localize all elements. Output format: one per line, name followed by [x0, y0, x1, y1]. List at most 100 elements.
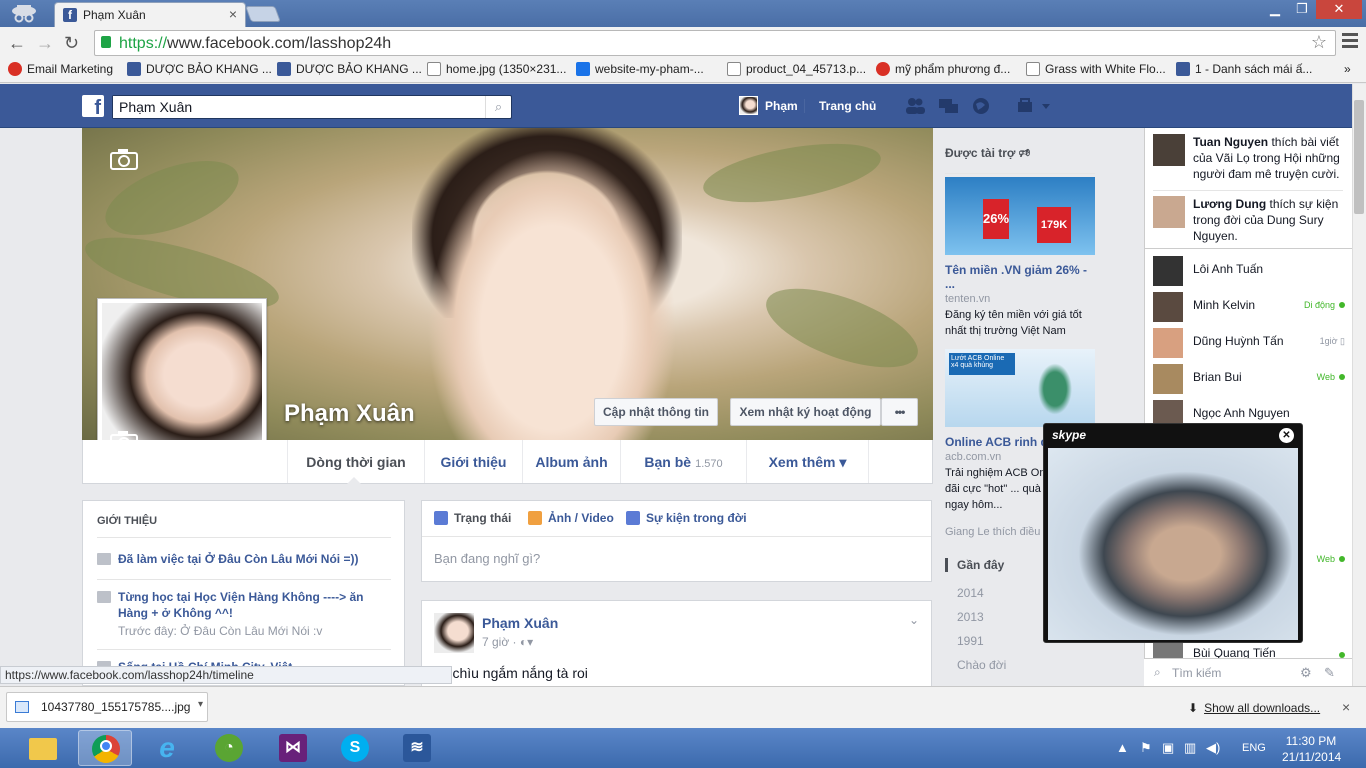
messages-icon[interactable]: [938, 96, 960, 116]
minimize-button[interactable]: ▁: [1262, 0, 1288, 19]
bookmark-item[interactable]: mỹ phẩm phương đ...: [876, 62, 1010, 76]
activity-log-button[interactable]: Xem nhật ký hoạt động: [730, 398, 881, 426]
flag-icon[interactable]: ⚑: [1140, 740, 1152, 756]
ticker-item[interactable]: Tuan Nguyen thích bài viết của Vãi Lọ tr…: [1153, 134, 1343, 182]
facebook-search-input[interactable]: [113, 96, 483, 118]
chat-contact[interactable]: Lôi Anh Tuấn: [1153, 254, 1345, 286]
friend-requests-icon[interactable]: [904, 96, 926, 116]
bookmark-star-icon[interactable]: ☆: [1311, 32, 1327, 53]
tab-about[interactable]: Giới thiệu: [425, 440, 523, 483]
new-tab-button[interactable]: [245, 6, 281, 22]
notifications-globe-icon[interactable]: [970, 96, 992, 116]
chat-search-input[interactable]: Tìm kiếm: [1172, 666, 1221, 680]
post-author[interactable]: Phạm Xuân: [482, 615, 558, 631]
internet-explorer-icon[interactable]: e: [140, 730, 194, 766]
year-2014[interactable]: 2014: [945, 586, 1045, 600]
chat-contact[interactable]: Brian Bui Web: [1153, 362, 1345, 394]
bookmark-item[interactable]: home.jpg (1350×231...: [427, 62, 566, 76]
network-app-icon[interactable]: ≋: [390, 730, 444, 766]
coccoc-icon[interactable]: ◔: [202, 730, 256, 766]
ad-tenten[interactable]: 26% 179K Tên miền .VN giảm 26% - ... ten…: [945, 177, 1095, 339]
file-explorer-icon[interactable]: [16, 730, 70, 766]
back-arrow-icon[interactable]: ←: [8, 33, 26, 53]
network-icon[interactable]: ▥: [1184, 740, 1196, 756]
status-composer: Trạng thái Ảnh / Video Sự kiện trong đời…: [421, 500, 932, 582]
intro-work-text[interactable]: Đã làm việc tại Ở Đâu Còn Lâu Mới Nói =)…: [118, 551, 391, 567]
bookmark-item[interactable]: website-my-pham-...: [576, 62, 704, 76]
update-info-button[interactable]: Cập nhật thông tin: [594, 398, 718, 426]
search-icon[interactable]: ⌕: [485, 96, 511, 118]
year-1991[interactable]: 1991: [945, 634, 1045, 648]
bookmark-item[interactable]: product_04_45713.p...: [727, 62, 866, 76]
skype-video-window[interactable]: skype ✕: [1043, 423, 1303, 643]
chat-contact[interactable]: Minh Kelvin Di động: [1153, 290, 1345, 322]
bookmark-item[interactable]: Email Marketing: [8, 62, 113, 76]
bookmark-item[interactable]: DƯỢC BẢO KHANG ...: [277, 62, 422, 76]
bookmark-item[interactable]: 1 - Danh sách mái ấ...: [1176, 62, 1312, 76]
dropdown-arrow-icon[interactable]: ▾: [198, 699, 203, 710]
forward-arrow-icon[interactable]: →: [36, 33, 54, 53]
avatar: [1153, 642, 1183, 658]
scrollbar-thumb[interactable]: [1354, 100, 1364, 214]
ticker-item[interactable]: Lương Dung thích sự kiện trong đời của D…: [1153, 196, 1343, 244]
address-bar[interactable]: https://www.facebook.com/lasshop24h ☆: [94, 30, 1336, 56]
facebook-logo-icon[interactable]: f: [82, 95, 104, 119]
ad-badge: 179K: [1037, 207, 1071, 243]
skype-icon[interactable]: S: [328, 730, 382, 766]
gear-icon[interactable]: ⚙: [1300, 665, 1312, 681]
chrome-icon[interactable]: [78, 730, 132, 766]
post-time[interactable]: 7 giờ · ◐▾: [482, 635, 533, 649]
intro-work: Đã làm việc tại Ở Đâu Còn Lâu Mới Nói =)…: [97, 551, 391, 567]
year-recent[interactable]: Gần đây: [945, 558, 1045, 572]
year-2013[interactable]: 2013: [945, 610, 1045, 624]
composer-input[interactable]: Bạn đang nghĩ gì?: [434, 551, 914, 571]
cover-camera-icon[interactable]: [110, 148, 138, 173]
tab-more[interactable]: Xem thêm ▾: [747, 440, 869, 483]
volume-icon[interactable]: ◀): [1206, 740, 1220, 756]
intro-education-text[interactable]: Từng học tại Học Viện Hàng Không ----> ă…: [118, 589, 391, 621]
download-item[interactable]: 10437780_155175785....jpg ▾: [6, 692, 208, 722]
ad-image[interactable]: 26% 179K: [945, 177, 1095, 255]
ad-title[interactable]: Tên miền .VN giảm 26% - ...: [945, 263, 1095, 291]
profile-shortcut[interactable]: Phạm: [739, 96, 798, 115]
browser-menu-icon[interactable]: [1342, 33, 1358, 51]
visual-studio-icon[interactable]: ⋈: [266, 730, 320, 766]
close-icon[interactable]: ×: [1342, 699, 1350, 715]
chat-search[interactable]: ⌕ Tìm kiếm ⚙ ✎: [1144, 658, 1352, 686]
composer-status-tab[interactable]: Trạng thái: [434, 511, 511, 525]
more-options-button[interactable]: •••: [881, 398, 918, 426]
clock[interactable]: 11:30 PM 21/11/2014: [1282, 733, 1341, 765]
download-icon: ⬇: [1188, 701, 1199, 715]
device-icon[interactable]: ▣: [1162, 740, 1174, 756]
tab-friends[interactable]: Bạn bè 1.570: [621, 440, 747, 483]
compose-icon[interactable]: ✎: [1324, 665, 1335, 681]
bookmarks-overflow-icon[interactable]: »: [1344, 62, 1351, 76]
online-dot-icon: [1339, 374, 1345, 380]
show-all-downloads-link[interactable]: ⬇ Show all downloads...: [1188, 701, 1320, 715]
tab-photos[interactable]: Album ảnh: [523, 440, 621, 483]
year-born[interactable]: Chào đời: [945, 658, 1045, 672]
browser-tab-active[interactable]: f Phạm Xuân ×: [54, 2, 246, 27]
profile-name[interactable]: Phạm Xuân: [284, 400, 415, 428]
divider: [1145, 248, 1353, 249]
sponsored-heading[interactable]: Được tài trợ 🕫: [945, 140, 1095, 174]
chevron-down-icon[interactable]: ⌄: [909, 613, 919, 627]
reload-icon[interactable]: ↻: [64, 33, 79, 53]
home-link[interactable]: Trang chủ: [804, 99, 876, 113]
bookmark-item[interactable]: DƯỢC BẢO KHANG ...: [127, 62, 272, 76]
composer-life-event-tab[interactable]: Sự kiện trong đời: [626, 511, 747, 525]
ad-image[interactable]: Lướt ACB Online x4 quà khủng: [945, 349, 1095, 427]
chat-contact[interactable]: Dũng Huỳnh Tấn 1giờ ▯: [1153, 326, 1345, 358]
mobile-icon: ▯: [1340, 336, 1345, 346]
composer-photo-tab[interactable]: Ảnh / Video: [528, 511, 614, 525]
restore-button[interactable]: ❐: [1288, 0, 1316, 19]
bookmark-item[interactable]: Grass with White Flo...: [1026, 62, 1166, 76]
close-icon[interactable]: ✕: [1279, 428, 1294, 443]
avatar[interactable]: [434, 613, 474, 653]
tab-close-icon[interactable]: ×: [229, 6, 237, 22]
close-window-button[interactable]: ✕: [1316, 0, 1362, 19]
address-url[interactable]: https://www.facebook.com/lasshop24h: [119, 35, 391, 53]
tray-overflow-icon[interactable]: ▲: [1116, 740, 1129, 755]
input-language[interactable]: ENG: [1242, 742, 1266, 754]
privacy-shortcuts-icon[interactable]: [1016, 96, 1052, 116]
